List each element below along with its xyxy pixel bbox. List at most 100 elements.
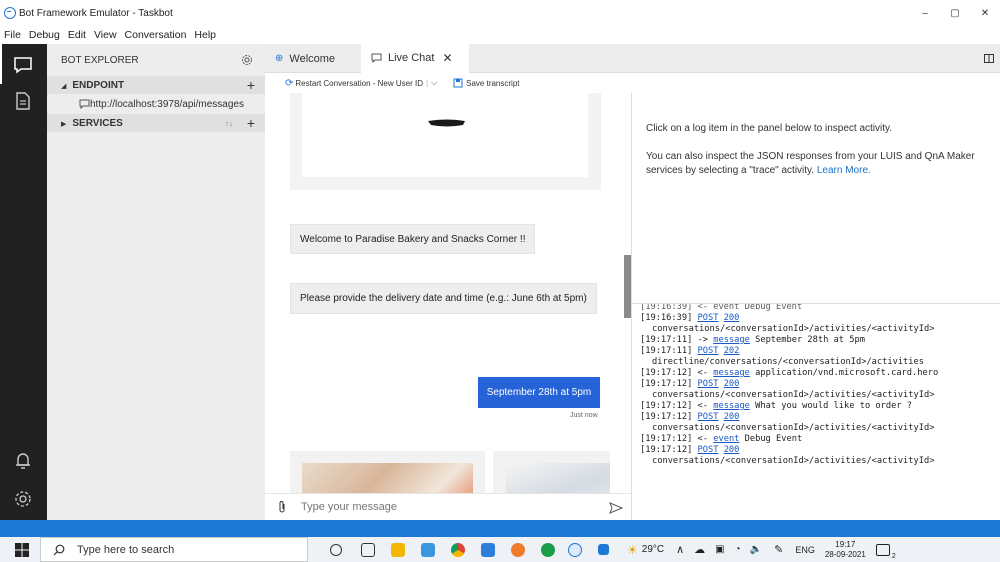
log-status-code[interactable]: 200 [724, 445, 740, 455]
language-indicator[interactable]: ENG [795, 545, 815, 555]
file-explorer-icon[interactable] [391, 543, 405, 557]
network-icon[interactable]: ◔ [735, 544, 741, 555]
settings-gear-icon[interactable] [12, 488, 34, 510]
log-entry[interactable]: [19:16:39] POST 200 [640, 313, 739, 324]
sort-icon[interactable]: ↑↓ [225, 119, 233, 128]
attachment-icon[interactable] [277, 500, 287, 514]
maximize-button[interactable]: ▢ [940, 0, 970, 26]
search-placeholder: Type here to search [77, 543, 175, 556]
store-icon[interactable] [421, 543, 435, 557]
services-section[interactable]: ▶ SERVICES ↑↓ + [47, 114, 265, 132]
log-entry-partial: [19:16:39] <- event Debug Event [640, 303, 803, 312]
explorer-settings-icon[interactable] [241, 54, 253, 66]
log-status-code[interactable]: 200 [724, 379, 740, 389]
log-time: [19:17:11] [640, 346, 693, 356]
chat-icon[interactable] [12, 54, 34, 76]
chrome-icon[interactable] [451, 543, 465, 557]
bell-icon[interactable] [12, 449, 34, 471]
cortana-icon[interactable] [330, 544, 342, 556]
log-entry[interactable]: [19:17:11] POST 202 [640, 346, 739, 357]
add-service-button[interactable]: + [247, 115, 255, 131]
log-link[interactable]: POST [698, 445, 719, 455]
tab-live-chat[interactable]: Live Chat ✕ [361, 44, 469, 73]
inspector-hint-text: You can also inspect the JSON responses … [646, 151, 975, 176]
log-link[interactable]: POST [698, 346, 719, 356]
log-link[interactable]: POST [698, 313, 719, 323]
document-icon[interactable] [12, 90, 34, 112]
add-endpoint-button[interactable]: + [247, 77, 255, 93]
log-entry[interactable]: [19:17:11] -> message September 28th at … [640, 335, 865, 346]
log-link[interactable]: message [713, 335, 750, 345]
chat-bubble-icon [79, 99, 90, 109]
message-timestamp: Just now [570, 412, 598, 419]
log-direction: -> [697, 335, 709, 345]
vscode-icon[interactable] [481, 543, 495, 557]
endpoint-section[interactable]: ◢ ENDPOINT + [47, 76, 265, 94]
volume-icon[interactable]: 🔈 [750, 544, 762, 555]
save-icon [453, 78, 463, 88]
notification-center-icon[interactable]: 2 [875, 543, 896, 560]
close-tab-button[interactable]: ✕ [442, 51, 452, 65]
taskbar-search[interactable]: Type here to search [40, 537, 308, 562]
endpoint-item[interactable]: http://localhost:3978/api/messages [47, 94, 265, 114]
onedrive-icon[interactable]: ☁ [694, 543, 705, 556]
minimize-button[interactable]: – [910, 0, 940, 26]
log-entry-continuation: conversations/<conversationId>/activitie… [652, 324, 935, 334]
log-link[interactable]: message [713, 368, 750, 378]
log-direction: <- [697, 434, 709, 444]
inspector-hint: Click on a log item in the panel below t… [646, 123, 893, 134]
menu-edit[interactable]: Edit [68, 29, 86, 41]
log-entry[interactable]: [19:17:12] <- message What you would lik… [640, 401, 912, 412]
log-status-code[interactable]: 202 [724, 346, 740, 356]
log-entry[interactable]: [19:17:12] POST 200 [640, 379, 739, 390]
menu-file[interactable]: File [4, 29, 21, 41]
bot-emulator-taskbar-icon[interactable] [568, 543, 582, 557]
log-link[interactable]: POST [698, 379, 719, 389]
menu-conversation[interactable]: Conversation [125, 29, 187, 41]
card-image-fragment [428, 119, 465, 127]
restart-conversation-button[interactable]: Restart Conversation - New User ID [295, 79, 423, 88]
tray-chevron-icon[interactable]: ∧ [676, 543, 684, 556]
endpoint-url: http://localhost:3978/api/messages [90, 98, 244, 110]
clock[interactable]: 19:17 28-09-2021 [825, 540, 866, 560]
windows-taskbar: Type here to search ☀ 29°C ∧ ☁ ▣ ◔ 🔈 ✎ E… [0, 537, 1000, 562]
send-icon[interactable] [609, 502, 623, 514]
tab-welcome-label: Welcome [289, 52, 336, 65]
log-text: September 28th at 5pm [755, 335, 865, 345]
learn-more-link[interactable]: Learn More. [817, 165, 871, 176]
menu-help[interactable]: Help [194, 29, 216, 41]
tab-welcome[interactable]: ⊕ Welcome [265, 44, 361, 73]
postman-icon[interactable] [511, 543, 525, 557]
windows-start-icon[interactable] [15, 543, 29, 557]
log-time: [19:17:12] [640, 445, 693, 455]
globe-icon: ⊕ [275, 53, 284, 64]
log-entry[interactable]: [19:17:12] <- event Debug Event [640, 434, 802, 445]
whatsapp-icon[interactable] [541, 543, 555, 557]
chat-scrollbar[interactable] [624, 255, 631, 318]
weather-temp: 29°C [641, 544, 665, 555]
log-entry[interactable]: [19:17:12] POST 200 [640, 412, 739, 423]
close-window-button[interactable]: ✕ [970, 0, 1000, 26]
log-status-code[interactable]: 200 [724, 313, 740, 323]
log-link[interactable]: message [713, 401, 750, 411]
log-status-code[interactable]: 200 [724, 412, 740, 422]
save-transcript-button[interactable]: Save transcript [466, 79, 519, 88]
endpoint-label: ENDPOINT [72, 79, 125, 91]
pen-icon[interactable]: ✎ [774, 543, 783, 556]
log-direction: <- [697, 368, 709, 378]
task-view-icon[interactable] [361, 543, 375, 557]
hero-card [290, 93, 601, 190]
meet-icon[interactable]: ▣ [715, 544, 724, 555]
log-link[interactable]: event [713, 434, 739, 444]
menu-debug[interactable]: Debug [29, 29, 60, 41]
message-input[interactable] [301, 501, 581, 513]
inspector-panel: Click on a log item in the panel below t… [631, 93, 1000, 303]
restart-dropdown-icon[interactable]: ⌵ [431, 78, 437, 88]
menu-view[interactable]: View [94, 29, 117, 41]
log-entry[interactable]: [19:17:12] POST 200 [640, 445, 739, 456]
split-view-icon[interactable] [984, 54, 994, 63]
log-entry[interactable]: [19:17:12] <- message application/vnd.mi… [640, 368, 938, 379]
tray-app-icon[interactable] [598, 544, 609, 555]
log-link[interactable]: POST [698, 412, 719, 422]
bot-message: Please provide the delivery date and tim… [290, 283, 597, 314]
